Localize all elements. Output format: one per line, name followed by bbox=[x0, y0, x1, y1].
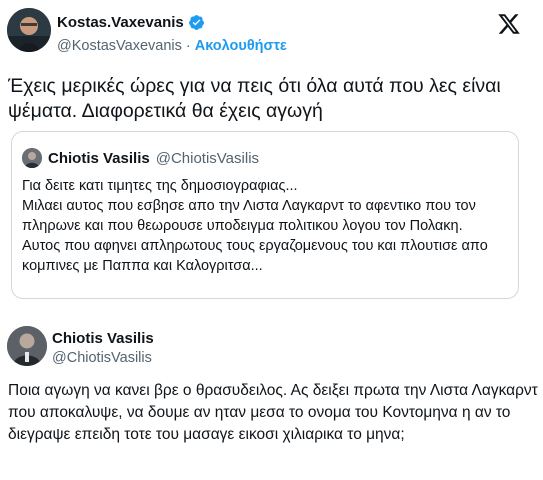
author-handle[interactable]: @KostasVaxevanis bbox=[57, 38, 182, 54]
quoted-text-line: Για δειτε κατι τιμητες της δημοσιογραφια… bbox=[22, 178, 298, 194]
main-tweet: Kostas.Vaxevanis @KostasVaxevanis · Ακολ… bbox=[0, 0, 543, 316]
reply-author-avatar[interactable] bbox=[7, 326, 47, 366]
quoted-tweet[interactable]: Chiotis Vasilis @ChiotisVasilis Για δειτ… bbox=[11, 131, 519, 299]
quoted-author-handle: @ChiotisVasilis bbox=[155, 149, 260, 167]
reply-author-name[interactable]: Chiotis Vasilis bbox=[52, 330, 154, 347]
reply-text: Ποια αγωγη να κανει βρε ο θρασυδειλος. Α… bbox=[8, 382, 538, 443]
tweet-text: Έχεις μερικές ώρες για να πεις ότι όλα α… bbox=[8, 75, 501, 122]
author-name-row: Kostas.Vaxevanis bbox=[57, 14, 205, 31]
quoted-author-name: Chiotis Vasilis bbox=[48, 149, 150, 167]
verified-badge-icon bbox=[188, 14, 205, 31]
x-logo-icon[interactable] bbox=[497, 12, 521, 36]
author-handle-row: @KostasVaxevanis · Ακολουθήστε bbox=[57, 38, 287, 54]
reply-author-handle[interactable]: @ChiotisVasilis bbox=[52, 350, 152, 366]
author-name[interactable]: Kostas.Vaxevanis bbox=[57, 14, 184, 31]
avatar-photo-icon bbox=[7, 8, 51, 52]
quoted-tweet-text: Για δειτε κατι τιμητες της δημοσιογραφια… bbox=[22, 176, 512, 276]
reply-tweet: Chiotis Vasilis @ChiotisVasilis Ποια αγω… bbox=[0, 320, 543, 480]
avatar-photo-icon bbox=[22, 148, 42, 168]
quoted-text-line: Αυτος που αφηνει απληρωτους τους εργαζομ… bbox=[22, 238, 488, 274]
quoted-tweet-header: Chiotis Vasilis @ChiotisVasilis bbox=[22, 148, 259, 168]
author-avatar[interactable] bbox=[7, 8, 51, 52]
quoted-author-avatar bbox=[22, 148, 42, 168]
separator: · bbox=[185, 38, 191, 54]
quoted-text-line: Μιλαει αυτος που εσβησε απο την Λιστα Λα… bbox=[22, 198, 476, 234]
follow-button[interactable]: Ακολουθήστε bbox=[195, 38, 287, 54]
avatar-photo-icon bbox=[7, 326, 47, 366]
